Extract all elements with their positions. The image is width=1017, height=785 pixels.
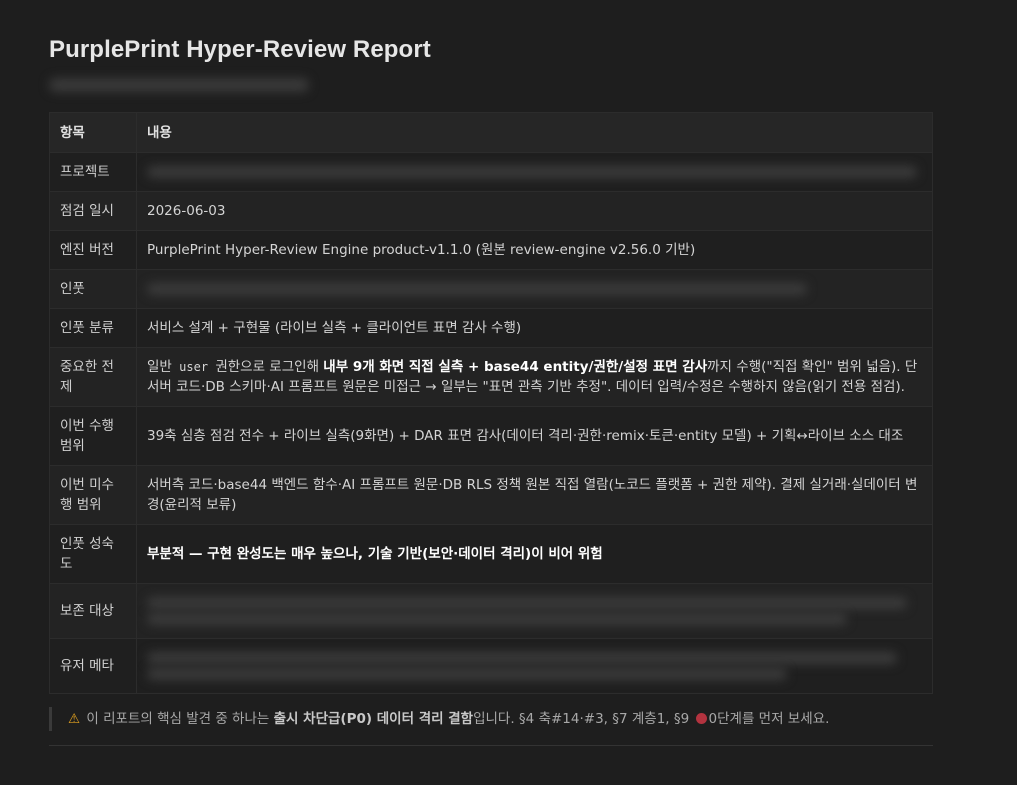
note-text-3: 0단계를 먼저 보세요.	[708, 711, 830, 727]
row-value: 39축 심층 점검 전수 + 라이브 실측(9화면) + DAR 표면 감사(데…	[136, 406, 933, 466]
row-value: 서비스 설계 + 구현물 (라이브 실측 + 클라이언트 표면 감사 수행)	[136, 308, 933, 348]
note-text-2: 입니다. §4 축#14·#3, §7 계층1, §9	[473, 711, 694, 727]
table-row: 이번 수행 범위 39축 심층 점검 전수 + 라이브 실측(9화면) + DA…	[49, 406, 933, 466]
row-key: 이번 미수행 범위	[49, 465, 137, 525]
table-header-row: 항목 내용	[49, 112, 933, 153]
redacted-value	[136, 638, 933, 694]
red-circle-icon	[695, 713, 707, 724]
row-key: 인풋 성숙도	[49, 524, 137, 584]
premise-emphasis: 내부 9개 화면 직접 실측 + base44 entity/권한/설정 표면 …	[323, 359, 708, 375]
column-header-content: 내용	[136, 112, 933, 153]
row-key: 인풋 분류	[49, 308, 137, 348]
warning-icon: ⚠	[68, 711, 81, 727]
row-value: 서버측 코드·base44 백엔드 함수·AI 프롬프트 원문·DB RLS 정…	[136, 465, 933, 525]
table-row: 엔진 버전 PurplePrint Hyper-Review Engine pr…	[49, 230, 933, 270]
row-key: 프로젝트	[49, 152, 137, 192]
premise-text-1: 일반	[147, 359, 177, 375]
redacted-subtitle	[49, 78, 309, 92]
table-row: 이번 미수행 범위 서버측 코드·base44 백엔드 함수·AI 프롬프트 원…	[49, 465, 933, 525]
redacted-value	[136, 269, 933, 309]
row-value: 일반 user 권한으로 로그인해 내부 9개 화면 직접 실측 + base4…	[136, 347, 933, 407]
table-row: 인풋 성숙도 부분적 — 구현 완성도는 매우 높으나, 기술 기반(보안·데이…	[49, 524, 933, 584]
row-key: 중요한 전제	[49, 347, 137, 407]
row-key: 이번 수행 범위	[49, 406, 137, 466]
note-emphasis: 출시 차단급(P0) 데이터 격리 결함	[273, 711, 474, 727]
note-text-1: 이 리포트의 핵심 발견 중 하나는	[86, 711, 274, 727]
row-key: 인풋	[49, 269, 137, 309]
premise-text-2: 권한으로 로그인해	[211, 359, 324, 375]
row-key: 보존 대상	[49, 583, 137, 639]
row-value: 2026-06-03	[136, 191, 933, 231]
table-row: 유저 메타	[49, 638, 933, 694]
report-page: PurplePrint Hyper-Review Report 항목 내용 프로…	[0, 0, 1017, 746]
table-row: 프로젝트	[49, 152, 933, 192]
page-title: PurplePrint Hyper-Review Report	[49, 36, 431, 63]
table-row: 인풋	[49, 269, 933, 309]
maturity-prefix: 부분적 —	[147, 546, 208, 562]
row-key: 엔진 버전	[49, 230, 137, 270]
row-value: PurplePrint Hyper-Review Engine product-…	[136, 230, 933, 270]
row-key: 점검 일시	[49, 191, 137, 231]
divider	[49, 745, 933, 746]
redacted-value	[136, 152, 933, 192]
row-value: 부분적 — 구현 완성도는 매우 높으나, 기술 기반(보안·데이터 격리)이 …	[136, 524, 933, 584]
table-row: 점검 일시 2026-06-03	[49, 191, 933, 231]
callout-note: ⚠ 이 리포트의 핵심 발견 중 하나는 출시 차단급(P0) 데이터 격리 결…	[49, 707, 952, 731]
role-code: user	[179, 360, 209, 374]
table-row: 중요한 전제 일반 user 권한으로 로그인해 내부 9개 화면 직접 실측 …	[49, 347, 933, 407]
table-row: 인풋 분류 서비스 설계 + 구현물 (라이브 실측 + 클라이언트 표면 감사…	[49, 308, 933, 348]
redacted-value	[136, 583, 933, 639]
maturity-emphasis: 구현 완성도는 매우 높으나, 기술 기반(보안·데이터 격리)이 비어 위험	[207, 546, 603, 562]
table-row: 보존 대상	[49, 583, 933, 639]
report-meta-table: 항목 내용 프로젝트 점검 일시 2026-06-03 엔진 버전 Purple…	[49, 112, 933, 694]
row-key: 유저 메타	[49, 638, 137, 694]
column-header-item: 항목	[49, 112, 137, 153]
